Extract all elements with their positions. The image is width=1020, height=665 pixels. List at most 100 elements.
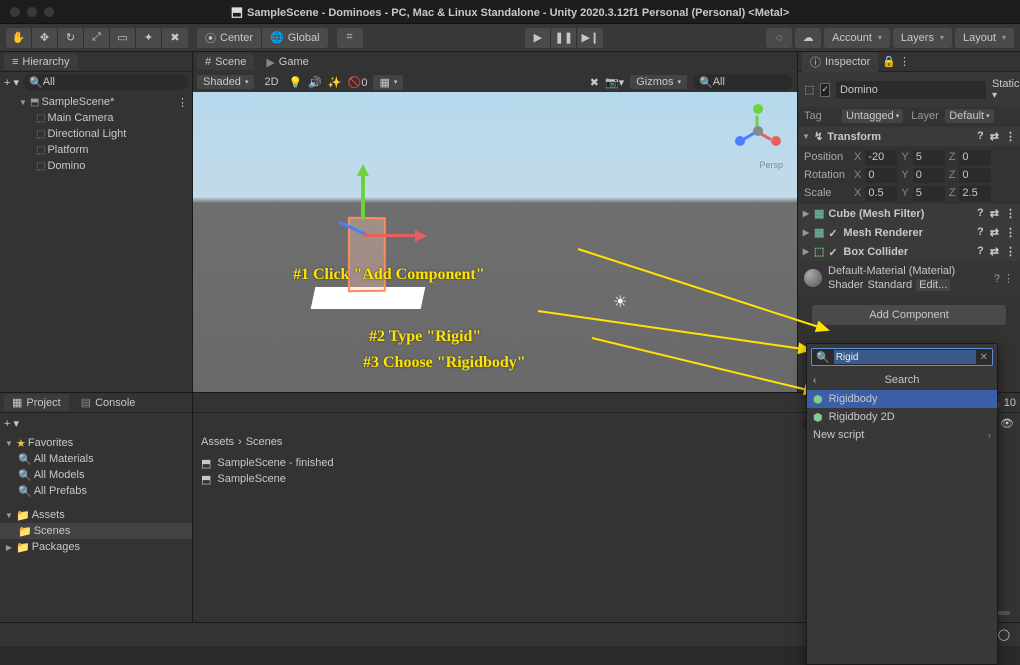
create-dropdown[interactable]: + ▾: [4, 417, 19, 430]
orientation-gizmo[interactable]: [729, 102, 785, 158]
hierarchy-toolbar: + ▾ 🔍 All: [0, 72, 192, 92]
object-name-field[interactable]: [836, 81, 986, 99]
scale-z-field[interactable]: 2.5: [959, 186, 991, 201]
help-icon[interactable]: ?: [977, 130, 984, 143]
transform-tool-icon[interactable]: ✦: [136, 28, 162, 48]
space-toggle[interactable]: 🌐 Global: [261, 28, 328, 48]
minimize-window-icon[interactable]: [27, 7, 37, 17]
account-dropdown[interactable]: Account: [824, 28, 890, 48]
scene-search[interactable]: 🔍 All: [693, 74, 793, 90]
preset-icon[interactable]: ⇄: [990, 130, 999, 143]
create-dropdown[interactable]: + ▾: [4, 76, 19, 89]
move-tool-icon[interactable]: ✥: [32, 28, 58, 48]
hierarchy-item[interactable]: ⬚ Platform: [0, 142, 192, 158]
tab-console[interactable]: ▤ Console: [73, 394, 144, 411]
material-name: Default-Material (Material): [828, 265, 988, 277]
hierarchy-item[interactable]: ⬚ Directional Light: [0, 126, 192, 142]
hierarchy-tab[interactable]: ≡ Hierarchy: [4, 54, 78, 70]
tab-scene[interactable]: # Scene: [197, 54, 254, 70]
tag-dropdown[interactable]: Untagged: [842, 109, 903, 123]
popup-item-newscript[interactable]: New script›: [807, 426, 997, 444]
pos-z-field[interactable]: 0: [959, 150, 991, 165]
step-button-icon[interactable]: ▶❙: [577, 28, 603, 48]
layout-dropdown[interactable]: Layout: [955, 28, 1014, 48]
fav-item[interactable]: 🔍 All Materials: [0, 451, 192, 467]
rotate-tool-icon[interactable]: ↻: [58, 28, 84, 48]
hierarchy-item[interactable]: ⬚ Main Camera: [0, 110, 192, 126]
close-window-icon[interactable]: [10, 7, 20, 17]
pause-button-icon[interactable]: ❚❚: [551, 28, 577, 48]
pos-x-field[interactable]: -20: [865, 150, 897, 165]
tools-icon[interactable]: ✖: [590, 76, 599, 89]
tab-project[interactable]: ▦ Project: [4, 394, 69, 411]
scene-toolbar: Shaded 2D 💡 🔊 ✨ 🚫0 ▦ ✖ 📷▾ Gizmos 🔍 All: [193, 72, 797, 92]
scale-x-field[interactable]: 0.5: [865, 186, 897, 201]
inspector-tab[interactable]: ⓘ Inspector: [802, 52, 878, 72]
hidden-icon[interactable]: 👁: [1000, 417, 1014, 430]
hand-tool-icon[interactable]: ✋: [6, 28, 32, 48]
perspective-label[interactable]: Persp: [759, 160, 783, 170]
scale-y-field[interactable]: 5: [913, 186, 945, 201]
lock-icon[interactable]: 🔒 ⋮: [882, 55, 910, 68]
add-component-button[interactable]: Add Component: [812, 305, 1006, 325]
clear-search-icon[interactable]: ✕: [980, 352, 988, 363]
pivot-toggle[interactable]: ⦿ Center: [197, 28, 261, 48]
component-search-input[interactable]: [834, 350, 976, 364]
rot-x-field[interactable]: 0: [865, 168, 897, 183]
fx-icon[interactable]: ✨: [328, 76, 342, 89]
mesh-renderer-header[interactable]: ▶▦✓Mesh Renderer?⇄⋮: [798, 223, 1020, 242]
maximize-window-icon[interactable]: [44, 7, 54, 17]
cloud-icon[interactable]: ☁: [795, 28, 821, 48]
hierarchy-item[interactable]: ⬚ Domino: [0, 158, 192, 174]
popup-item-rigidbody2d[interactable]: ⬢Rigidbody 2D: [807, 408, 997, 426]
inspector-panel: ⓘ Inspector 🔒 ⋮ ⬚ ✓ Static ▾ Tag Untagge…: [798, 52, 1020, 392]
move-gizmo-y[interactable]: [361, 168, 365, 220]
play-button-icon[interactable]: ▶: [525, 28, 551, 48]
layer-dropdown[interactable]: Default: [945, 109, 993, 123]
edit-button[interactable]: Edit...: [916, 279, 950, 291]
scene-row[interactable]: ▼⬒ SampleScene*⋮: [0, 94, 192, 110]
gizmos-dropdown[interactable]: Gizmos: [630, 75, 687, 89]
hidden-icon[interactable]: 🚫0: [348, 76, 368, 89]
tag-label: Tag: [804, 110, 838, 122]
back-icon[interactable]: ‹: [813, 375, 816, 386]
2d-toggle[interactable]: 2D: [260, 76, 282, 88]
material-row[interactable]: Default-Material (Material) ShaderStanda…: [798, 261, 1020, 295]
pos-y-field[interactable]: 5: [913, 150, 945, 165]
box-collider-header[interactable]: ▶⬚✓Box Collider?⇄⋮: [798, 242, 1020, 261]
rot-y-field[interactable]: 0: [913, 168, 945, 183]
packages-row[interactable]: ▶📁 Packages: [0, 539, 192, 555]
tab-game[interactable]: ▶ Game: [258, 54, 316, 71]
favorites-row[interactable]: ▼★ Favorites: [0, 435, 192, 451]
menu-icon[interactable]: ⋮: [1005, 130, 1016, 143]
audio-icon[interactable]: 🔊: [308, 76, 322, 89]
assets-row[interactable]: ▼📁 Assets: [0, 507, 192, 523]
fav-item[interactable]: 🔍 All Prefabs: [0, 483, 192, 499]
transform-header[interactable]: ▼↯Transform?⇄⋮: [798, 127, 1020, 146]
component-search[interactable]: 🔍 ✕: [811, 348, 993, 366]
shading-dropdown[interactable]: Shaded: [197, 75, 254, 89]
move-gizmo-x[interactable]: [363, 234, 423, 237]
fav-item[interactable]: 🔍 All Models: [0, 467, 192, 483]
rect-tool-icon[interactable]: ▭: [110, 28, 136, 48]
static-label[interactable]: Static ▾: [992, 78, 1020, 101]
lighting-icon[interactable]: 💡: [289, 76, 303, 89]
directional-light-icon[interactable]: ☀: [613, 292, 627, 312]
scale-tool-icon[interactable]: ⤢: [84, 28, 110, 48]
custom-tool-icon[interactable]: ✖: [162, 28, 188, 48]
assets-item-scenes[interactable]: 📁 Scenes: [0, 523, 192, 539]
hierarchy-search[interactable]: 🔍 All: [23, 74, 188, 90]
shader-dropdown[interactable]: Standard: [867, 279, 912, 291]
popup-item-rigidbody[interactable]: ⬢Rigidbody: [807, 390, 997, 408]
rot-z-field[interactable]: 0: [959, 168, 991, 183]
progress-icon[interactable]: ◯: [998, 628, 1010, 641]
enabled-checkbox[interactable]: ✓: [820, 83, 830, 97]
mesh-filter-header[interactable]: ▶▦Cube (Mesh Filter)?⇄⋮: [798, 204, 1020, 223]
scene-viewport[interactable]: ☀ Persp #1 Click "Add Component" #2 Type…: [193, 92, 797, 392]
snap-icon[interactable]: ⌗: [337, 28, 363, 48]
collab-icon[interactable]: ◌: [766, 28, 792, 48]
layers-dropdown[interactable]: Layers: [893, 28, 952, 48]
project-sidebar: ▦ Project ▤ Console + ▾ ▼★ Favorites 🔍 A…: [0, 393, 193, 622]
scene-vis-dropdown[interactable]: ▦: [373, 75, 403, 90]
camera-icon[interactable]: 📷▾: [605, 76, 624, 89]
